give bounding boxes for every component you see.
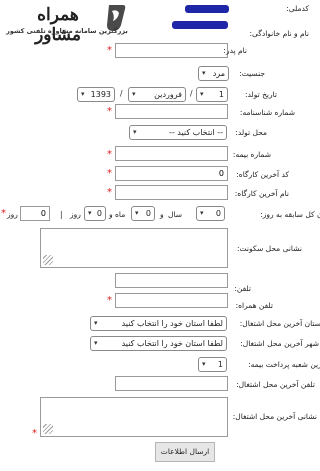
work-phone-label: تلفن آخرین محل اشتغال: — [236, 380, 315, 389]
birth-month-value: فروردین — [154, 90, 182, 99]
workshop-name-input[interactable] — [115, 185, 228, 200]
exp-day-unit: روز — [70, 210, 81, 219]
experience-label: میزان کل سابقه به روز: — [260, 210, 320, 219]
branch-select[interactable]: 1 ▾ — [198, 357, 227, 372]
exp-month-value: 0 — [145, 209, 151, 218]
fullname-value-redacted — [172, 21, 228, 29]
chevron-down-icon: ▾ — [88, 209, 92, 217]
chevron-down-icon: ▾ — [202, 69, 206, 77]
exp-day-value: 0 — [96, 209, 102, 218]
fullname-label: نام و نام خانوادگی: — [249, 29, 309, 38]
exp-day-select[interactable]: 0 ▾ — [84, 206, 106, 221]
work-city-select[interactable]: لطفا استان خود را انتخاب کنید ▾ — [90, 336, 227, 351]
birth-day-select[interactable]: 1 ▾ — [196, 87, 228, 102]
work-address-textarea[interactable] — [40, 397, 228, 437]
phone-label: تلفن: — [234, 284, 251, 293]
workshop-code-input[interactable] — [115, 166, 228, 181]
workshop-name-label: نام آخرین کارگاه: — [234, 189, 289, 198]
id-number-input[interactable] — [115, 104, 228, 119]
father-required-mark: * — [107, 45, 112, 56]
work-address-required-mark: * — [32, 428, 37, 439]
exp-total-unit: روز — [7, 210, 18, 219]
birth-year-value: 1393 — [90, 90, 111, 99]
exp-year-value: 0 — [215, 209, 221, 218]
national-code-label: کدملی: — [286, 4, 309, 13]
resize-grip-icon[interactable] — [43, 255, 53, 265]
submit-button[interactable]: ارسال اطلاعات — [155, 442, 215, 462]
workshop-code-label: کد آخرین کارگاه: — [236, 170, 289, 179]
id-number-required-mark: * — [107, 106, 112, 117]
branch-label: آخرین شعبه پرداخت بیمه: — [248, 360, 320, 369]
work-address-label: نشانی آخرین محل اشتغال: — [232, 412, 317, 421]
exp-year-unit: سال — [168, 210, 183, 219]
chevron-down-icon: ▾ — [200, 209, 204, 217]
work-city-label: شهر آخرین محل اشتغال: — [240, 339, 319, 348]
id-number-label: شماره شناسنامه: — [239, 108, 295, 117]
work-province-value: لطفا استان خود را انتخاب کنید — [121, 319, 223, 328]
birth-day-value: 1 — [218, 90, 224, 99]
chevron-down-icon: ▾ — [81, 90, 85, 98]
workshop-name-required-mark: * — [107, 187, 112, 198]
work-province-label: استان آخرین محل اشتغال: — [239, 319, 320, 328]
address-textarea[interactable] — [40, 228, 228, 268]
chevron-down-icon: ▾ — [135, 209, 139, 217]
experience-required-mark: * — [1, 208, 6, 219]
birth-date-label: تاریخ تولد: — [244, 90, 277, 99]
date-separator: / — [190, 89, 193, 98]
work-province-select[interactable]: لطفا استان خود را انتخاب کنید ▾ — [90, 316, 227, 331]
birth-place-select[interactable]: -- انتخاب کنید -- ▾ — [129, 125, 227, 140]
date-separator: / — [120, 89, 123, 98]
phone-input[interactable] — [115, 273, 228, 288]
mobile-input[interactable] — [115, 293, 228, 308]
gender-value: مرد — [212, 69, 225, 78]
birth-month-select[interactable]: فروردین ▾ — [128, 87, 186, 102]
father-name-input[interactable] — [115, 43, 228, 58]
birth-place-label: محل تولد: — [235, 128, 267, 137]
chevron-down-icon: ▾ — [202, 360, 206, 368]
chevron-down-icon: ▾ — [200, 90, 204, 98]
logo-tagline: بزرگترین سامانه مشاوره تلفنی کشور — [6, 27, 128, 35]
address-label: نشانی محل سکونت: — [237, 244, 302, 253]
branch-value: 1 — [217, 360, 223, 369]
national-code-value-redacted — [185, 5, 229, 13]
chevron-down-icon: ▾ — [94, 319, 98, 327]
insurance-required-mark: * — [107, 149, 112, 160]
father-name-label: نام پدر: — [223, 46, 247, 55]
chevron-down-icon: ▾ — [132, 90, 136, 98]
exp-and-word: و — [160, 210, 164, 219]
birth-year-select[interactable]: 1393 ▾ — [77, 87, 115, 102]
mobile-label: تلفن همراه: — [235, 301, 273, 310]
logo: همراه مشاور بزرگترین سامانه مشاوره تلفنی… — [5, 3, 133, 45]
resize-grip-icon[interactable] — [43, 424, 53, 434]
insurance-input[interactable] — [115, 146, 228, 161]
exp-month-select[interactable]: 0 ▾ — [131, 206, 155, 221]
work-phone-input[interactable] — [115, 376, 228, 391]
birth-place-value: -- انتخاب کنید -- — [168, 128, 223, 137]
chevron-down-icon: ▾ — [133, 128, 137, 136]
chevron-down-icon: ▾ — [94, 339, 98, 347]
or-separator: | — [60, 210, 63, 219]
workshop-code-required-mark: * — [107, 168, 112, 179]
exp-and-word: و — [109, 210, 113, 219]
mobile-required-mark: * — [107, 295, 112, 306]
gender-select[interactable]: مرد ▾ — [198, 66, 229, 81]
exp-total-input[interactable] — [20, 206, 50, 221]
work-city-value: لطفا استان خود را انتخاب کنید — [121, 339, 223, 348]
logo-title: همراه مشاور — [35, 5, 81, 45]
exp-year-select[interactable]: 0 ▾ — [196, 206, 225, 221]
gender-label: جنسیت: — [239, 69, 265, 78]
insurance-label: شماره بیمه: — [232, 150, 271, 159]
exp-month-unit: ماه — [115, 210, 126, 219]
